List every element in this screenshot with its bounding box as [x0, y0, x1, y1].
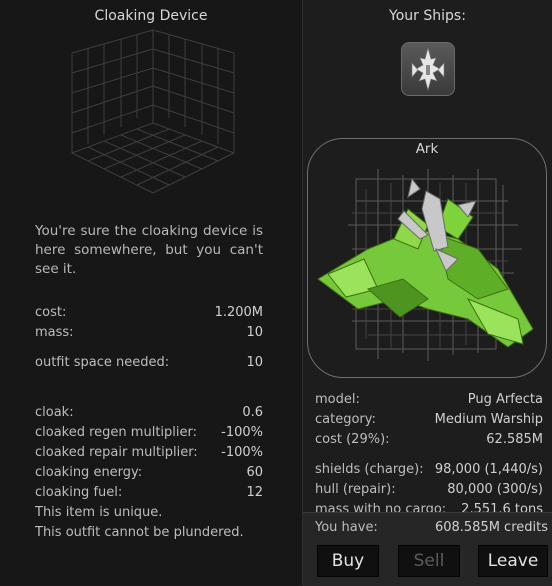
attribute-label: cloak: [35, 405, 74, 420]
attribute-label: cloaked regen multiplier: [35, 425, 197, 440]
leave-button[interactable]: Leave [478, 545, 548, 577]
selected-ship-card[interactable] [307, 138, 547, 378]
attribute-value: -100% [221, 425, 263, 440]
ship-stat-label: cost (29%): [315, 432, 390, 447]
attribute-row: cloaked regen multiplier: -100% [35, 425, 263, 445]
credits-value: 608.585M credits [434, 520, 548, 535]
you-have-label: You have: [315, 520, 378, 535]
cost-label: cost: [35, 305, 67, 320]
ship-stats-list[interactable]: model: Pug Arfecta category: Medium Wars… [303, 390, 552, 512]
selected-ship-name: Ark [415, 141, 439, 157]
ship-stat-label: hull (repair): [315, 482, 396, 497]
attribute-value: 0.6 [242, 405, 263, 420]
attribute-value: 12 [246, 485, 263, 500]
ship-thumbnail-icon [411, 46, 445, 92]
ship-stat-value: Pug Arfecta [467, 392, 543, 407]
outfit-space-row: outfit space needed: 10 [35, 355, 263, 375]
ship-stat-row: shields (charge): 98,000 (1,440/s) [315, 462, 543, 482]
mass-value: 10 [246, 325, 263, 340]
outfit-description: You're sure the cloaking device is here … [35, 223, 263, 277]
attribute-row: cloak: 0.6 [35, 405, 263, 425]
ark-ship-icon [317, 169, 534, 361]
cost-value: 1.200M [214, 305, 263, 320]
unique-note: This item is unique. [35, 505, 163, 520]
ship-stat-value: 2,551.6 tons [461, 502, 543, 512]
attribute-label: cloaking energy: [35, 465, 143, 480]
ship-stat-row: hull (repair): 80,000 (300/s) [315, 482, 543, 502]
outfit-mass-row: mass: 10 [35, 325, 263, 345]
sell-button[interactable]: Sell [398, 545, 460, 577]
ship-stat-row: category: Medium Warship [315, 412, 543, 432]
attribute-row: cloaking energy: 60 [35, 465, 263, 485]
mass-label: mass: [35, 325, 74, 340]
credits-row: You have: 608.585M credits [315, 520, 548, 540]
outfit-title: Cloaking Device [94, 8, 208, 24]
your-ships-title: Your Ships: [389, 8, 466, 24]
ship-stat-label: shields (charge): [315, 462, 424, 477]
ship-stat-row: model: Pug Arfecta [315, 392, 543, 412]
attribute-label: cloaked repair multiplier: [35, 445, 198, 460]
empty-outfit-wireframe-icon [71, 29, 235, 194]
ship-stat-value: 80,000 (300/s) [447, 482, 543, 497]
ship-thumbnail-button[interactable] [401, 42, 455, 96]
outfit-cost-row: cost: 1.200M [35, 305, 263, 325]
attribute-label: cloaking fuel: [35, 485, 123, 500]
attribute-value: -100% [221, 445, 263, 460]
ship-stat-row: cost (29%): 62.585M [315, 432, 543, 452]
attribute-row: cloaking fuel: 12 [35, 485, 263, 505]
attribute-value: 60 [246, 465, 263, 480]
ship-stat-label: model: [315, 392, 360, 407]
ship-stat-value: 98,000 (1,440/s) [434, 462, 543, 477]
ship-stat-value: Medium Warship [434, 412, 543, 427]
buy-button[interactable]: Buy [317, 545, 379, 577]
space-value: 10 [246, 355, 263, 370]
space-label: outfit space needed: [35, 355, 170, 370]
ship-stat-row: mass with no cargo: 2,551.6 tons [315, 502, 543, 512]
attribute-row: cloaked repair multiplier: -100% [35, 445, 263, 465]
plunder-note: This outfit cannot be plundered. [35, 525, 244, 540]
ship-stat-label: category: [315, 412, 376, 427]
ship-stat-value: 62.585M [486, 432, 543, 447]
ship-stat-label: mass with no cargo: [315, 502, 447, 512]
